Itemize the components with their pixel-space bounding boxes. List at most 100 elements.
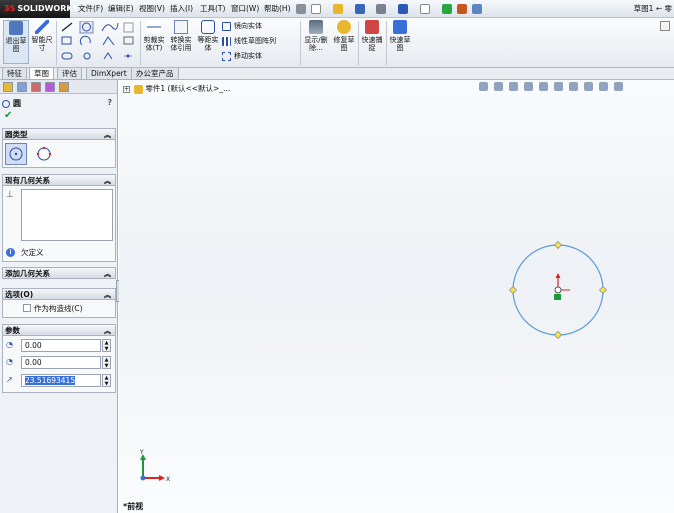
dimxpert-manager-icon[interactable] <box>45 82 55 92</box>
repair-sketch-label: 修复草图 <box>333 36 355 52</box>
view-orientation-icon[interactable] <box>539 82 548 91</box>
center-y-input[interactable]: 0.00 <box>21 356 101 369</box>
exit-sketch-button[interactable]: 退出草图 <box>3 20 29 64</box>
repair-sketch-button[interactable]: 修复草图 <box>332 20 356 52</box>
construction-label: 作为构造线(C) <box>34 304 83 313</box>
existing-relations-header[interactable]: 现有几何关系 ︽ <box>2 174 116 186</box>
new-document-icon[interactable] <box>311 4 321 14</box>
plane-tool-icon[interactable] <box>123 36 134 45</box>
exit-sketch-label: 退出草图 <box>5 37 27 53</box>
circle-quadrant-top-handle[interactable] <box>554 241 562 249</box>
line-tool-icon[interactable] <box>61 22 73 32</box>
point-tool-icon[interactable] <box>103 52 113 60</box>
zoom-to-fit-icon[interactable] <box>479 82 488 91</box>
circle-quadrant-right-handle[interactable] <box>599 286 607 294</box>
menu-insert[interactable]: 插入(I) <box>170 0 193 18</box>
rapid-sketch-button[interactable]: 快速草图 <box>388 20 412 52</box>
tab-dimxpert[interactable]: DimXpert <box>86 68 132 80</box>
menu-file[interactable]: 文件(F) <box>78 0 103 18</box>
graphics-area[interactable]: + 零件1 (默认<<默认>_... Y X *前视 <box>119 80 674 513</box>
perimeter-circle-type-icon[interactable] <box>33 143 55 165</box>
centerline-tool-icon[interactable] <box>124 54 132 58</box>
relations-listbox[interactable] <box>21 189 113 241</box>
tab-office-products[interactable]: 办公室产品 <box>131 68 179 80</box>
sketch-circle[interactable] <box>508 240 608 340</box>
file-properties-icon[interactable] <box>457 4 467 14</box>
edit-appearance-icon[interactable] <box>584 82 593 91</box>
menu-view[interactable]: 视图(V) <box>139 0 165 18</box>
feature-manager-icon[interactable] <box>3 82 13 92</box>
options-header[interactable]: 选项(O) ︽ <box>2 288 116 300</box>
section-view-icon[interactable] <box>524 82 533 91</box>
menu-window[interactable]: 窗口(W) <box>231 0 259 18</box>
open-folder-icon[interactable] <box>333 4 343 14</box>
mirror-entities-button[interactable]: 镜向实体 <box>222 21 262 31</box>
text-tool-icon[interactable] <box>123 22 134 33</box>
circle-type-header[interactable]: 圆类型 ︽ <box>2 128 116 140</box>
sketch-fillet-icon[interactable] <box>102 36 115 46</box>
quick-snaps-button[interactable]: 快速捕捉 <box>360 20 384 52</box>
help-icon[interactable]: ? <box>107 98 112 107</box>
options-icon[interactable] <box>472 4 482 14</box>
configuration-manager-icon[interactable] <box>31 82 41 92</box>
apply-scene-icon[interactable] <box>599 82 608 91</box>
view-settings-icon[interactable] <box>614 82 623 91</box>
hide-show-items-icon[interactable] <box>569 82 578 91</box>
circle-tool-icon[interactable] <box>79 21 94 34</box>
ribbon-separator <box>56 21 57 65</box>
center-x-spinner[interactable]: ▲ ▼ <box>102 339 111 352</box>
parameters-header[interactable]: 参数 ︽ <box>2 324 116 336</box>
offset-entities-icon <box>201 20 215 34</box>
radius-value: 23.51693415 <box>25 376 76 385</box>
display-delete-relations-button[interactable]: 显示/删除... <box>302 20 330 52</box>
undo-icon[interactable] <box>398 4 408 14</box>
convert-entities-button[interactable]: 转换实体引用 <box>168 20 194 52</box>
menu-help[interactable]: 帮助(H) <box>264 0 291 18</box>
zoom-to-area-icon[interactable] <box>494 82 503 91</box>
menu-edit[interactable]: 编辑(E) <box>108 0 134 18</box>
select-pointer-icon[interactable] <box>420 4 430 14</box>
offset-entities-button[interactable]: 等距实体 <box>196 20 220 52</box>
rebuild-traffic-light-icon[interactable] <box>442 4 452 14</box>
feature-tree-flyout[interactable]: + 零件1 (默认<<默认>_... <box>123 84 230 94</box>
pin-icon[interactable] <box>296 4 306 14</box>
move-entities-icon <box>222 51 231 61</box>
smart-dimension-button[interactable]: 智能尺寸 <box>31 20 53 52</box>
print-icon[interactable] <box>376 4 386 14</box>
radius-input[interactable]: 23.51693415 <box>21 374 101 387</box>
center-y-spinner[interactable]: ▲ ▼ <box>102 356 111 369</box>
add-relations-title: 添加几何关系 <box>5 269 50 278</box>
center-circle-type-icon[interactable] <box>5 143 27 165</box>
center-x-input[interactable]: 0.00 <box>21 339 101 352</box>
ribbon-customize-icon[interactable] <box>660 21 670 31</box>
circle-center-point[interactable] <box>554 286 562 294</box>
exit-sketch-icon <box>9 21 23 35</box>
circle-quadrant-left-handle[interactable] <box>509 286 517 294</box>
menu-tools[interactable]: 工具(T) <box>200 0 225 18</box>
rectangle-tool-icon[interactable] <box>61 36 72 45</box>
coincident-relation-icon <box>554 294 561 300</box>
property-manager-icon[interactable] <box>17 82 27 92</box>
circle-quadrant-bottom-handle[interactable] <box>554 331 562 339</box>
previous-view-icon[interactable] <box>509 82 518 91</box>
add-relations-header[interactable]: 添加几何关系 ︽ <box>2 267 116 279</box>
display-manager-icon[interactable] <box>59 82 69 92</box>
tab-features[interactable]: 特征 <box>2 68 27 80</box>
polygon-tool-icon[interactable] <box>83 52 91 60</box>
rapid-sketch-icon <box>393 20 407 34</box>
tab-sketch[interactable]: 草图 <box>29 68 54 80</box>
tab-evaluate[interactable]: 评估 <box>57 68 82 80</box>
collapse-chevron-icon[interactable]: ︽ <box>104 268 111 280</box>
construction-checkbox[interactable] <box>23 304 31 312</box>
slot-tool-icon[interactable] <box>61 52 73 60</box>
spline-tool-icon[interactable] <box>101 22 119 32</box>
expand-tree-icon[interactable]: + <box>123 85 130 93</box>
move-entities-button[interactable]: 移动实体 <box>222 51 262 61</box>
display-style-icon[interactable] <box>554 82 563 91</box>
radius-spinner[interactable]: ▲ ▼ <box>102 374 111 387</box>
trim-entities-button[interactable]: 剪裁实体(T) <box>142 20 166 52</box>
linear-pattern-button[interactable]: 线性草图阵列 <box>222 36 276 46</box>
ok-checkmark-icon[interactable]: ✔ <box>4 110 12 121</box>
save-icon[interactable] <box>355 4 365 14</box>
arc-tool-icon[interactable] <box>79 35 91 46</box>
